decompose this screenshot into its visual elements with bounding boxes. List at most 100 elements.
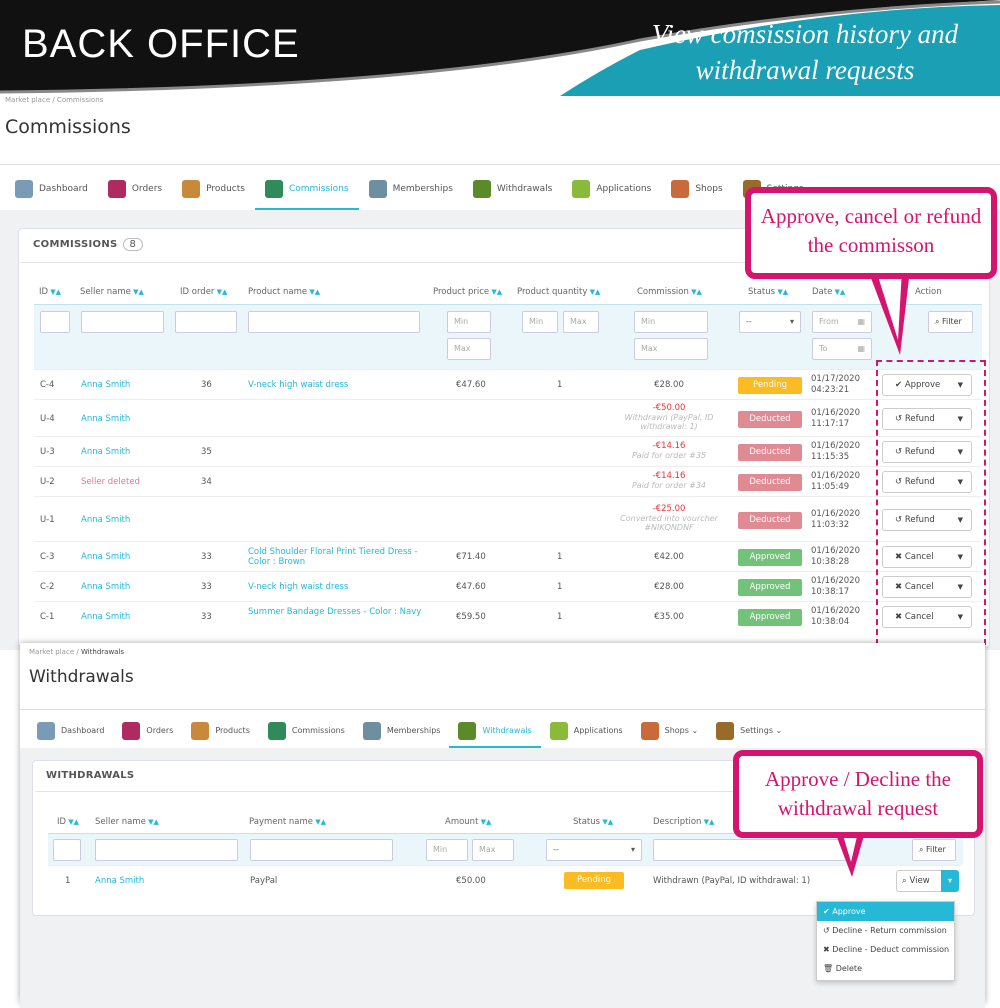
menu-item-approve[interactable]: ✔ Approve — [817, 902, 954, 921]
seller-cell[interactable]: Anna Smith — [81, 582, 130, 592]
product-cell[interactable]: V-neck high waist dress — [248, 582, 423, 592]
tab-dashboard[interactable]: Dashboard — [28, 713, 113, 748]
filter-price-min[interactable]: Min — [447, 311, 491, 333]
tab-orders[interactable]: Orders — [98, 168, 172, 210]
tab-commissions[interactable]: Commissions — [254, 168, 359, 210]
date-cell: 01/16/2020 11:03:32 — [811, 508, 860, 530]
withdrawal-callout: Approve / Decline the withdrawal request — [733, 750, 983, 838]
filter-row: Min Max Min Max Min Max -- ▾ From ▦ To ▦ ⌕ … — [34, 304, 982, 369]
product-cell[interactable]: V-neck high waist dress — [248, 380, 423, 390]
withdrawals-nav-tabs: Dashboard Orders Products Commissions Member… — [28, 713, 791, 748]
column-header[interactable]: Commission ▼▲ — [637, 287, 702, 297]
filter-status-select[interactable]: -- ▾ — [739, 311, 801, 333]
column-header[interactable]: Description ▼▲ — [653, 817, 714, 827]
column-header[interactable]: Amount ▼▲ — [445, 817, 491, 827]
price-cell: €47.60 — [456, 380, 486, 390]
wallet-icon — [458, 721, 477, 740]
column-header[interactable]: Product price ▼▲ — [433, 287, 502, 297]
seller-cell[interactable]: Anna Smith — [81, 447, 130, 457]
filter-amount-max[interactable]: Max — [472, 839, 514, 861]
column-header[interactable]: Payment name ▼▲ — [249, 817, 326, 827]
tab-shops[interactable]: Shops ⌄ — [632, 713, 708, 748]
filter-qty-min[interactable]: Min — [522, 311, 558, 333]
filter-commission-min[interactable]: Min — [634, 311, 708, 333]
seller-link[interactable]: Anna Smith — [95, 876, 144, 886]
tab-label: Withdrawals — [482, 726, 532, 735]
filter-id[interactable] — [40, 311, 70, 333]
id-cell: U-4 — [40, 413, 55, 424]
column-header[interactable]: Status ▼▲ — [573, 817, 613, 827]
menu-item-decline-deduct[interactable]: ✖ Decline - Deduct commission — [817, 940, 954, 959]
seller-cell[interactable]: Anna Smith — [81, 612, 130, 622]
product-cell[interactable]: Cold Shoulder Floral Print Tiered Dress … — [248, 547, 423, 567]
tab-label: Commissions — [291, 726, 345, 735]
column-header[interactable]: Product name ▼▲ — [248, 287, 320, 297]
sort-icon: ▼▲ — [832, 288, 846, 296]
tab-products[interactable]: Products — [172, 168, 255, 210]
tab-shops[interactable]: Shops — [661, 168, 732, 210]
filter-qty-max[interactable]: Max — [563, 311, 599, 333]
filter-description[interactable] — [653, 839, 853, 861]
tab-products[interactable]: Products — [182, 713, 259, 748]
commission-amount: -€50.00 — [652, 402, 686, 413]
seller-cell[interactable]: Anna Smith — [81, 552, 130, 562]
column-header[interactable]: Seller name ▼▲ — [80, 287, 144, 297]
column-header[interactable]: ID ▼▲ — [39, 287, 61, 297]
menu-item-decline-return[interactable]: ↺ Decline - Return commission — [817, 921, 954, 940]
filter-button[interactable]: ⌕ Filter — [928, 311, 973, 333]
breadcrumb: Market place / Withdrawals — [29, 648, 125, 656]
tab-orders[interactable]: Orders — [113, 713, 182, 748]
filter-id[interactable] — [53, 839, 81, 861]
column-header[interactable]: Date ▼▲ — [812, 287, 845, 297]
product-cell[interactable]: Summer Bandage Dresses - Color : Navy — [248, 607, 423, 617]
tab-label: Shops — [695, 184, 723, 194]
status-badge: Approved — [738, 549, 802, 566]
date-cell: 01/16/2020 11:17:17 — [811, 407, 860, 429]
filter-payment[interactable] — [250, 839, 393, 861]
filter-price-max[interactable]: Max — [447, 338, 491, 360]
seller-cell[interactable]: Seller deleted — [81, 477, 140, 487]
search-icon: ⌕ — [935, 317, 940, 326]
membership-icon — [362, 721, 381, 740]
tab-withdrawals[interactable]: Withdrawals — [463, 168, 562, 210]
column-header[interactable]: Product quantity ▼▲ — [517, 287, 600, 297]
tab-commissions[interactable]: Commissions — [259, 713, 354, 748]
column-header[interactable]: Seller name ▼▲ — [95, 817, 159, 827]
breadcrumb: Market place / Commissions — [5, 96, 104, 104]
tab-dashboard[interactable]: Dashboard — [5, 168, 98, 210]
filter-commission-max[interactable]: Max — [634, 338, 708, 360]
menu-item-delete[interactable]: 🗑 Delete — [817, 959, 954, 978]
breadcrumb-link[interactable]: Market place — [29, 648, 74, 656]
tab-applications[interactable]: Applications — [541, 713, 632, 748]
tab-applications[interactable]: Applications — [562, 168, 661, 210]
filter-status-select[interactable]: -- ▾ — [546, 839, 642, 861]
date-cell: 01/16/2020 10:38:04 — [811, 606, 860, 627]
sort-icon: ▼▲ — [214, 288, 228, 296]
filter-seller[interactable] — [95, 839, 238, 861]
seller-cell[interactable]: Anna Smith — [81, 515, 130, 525]
seller-cell[interactable]: Anna Smith — [81, 414, 130, 424]
seller-cell[interactable]: Anna Smith — [81, 380, 130, 390]
tab-memberships[interactable]: Memberships — [359, 168, 463, 210]
tab-memberships[interactable]: Memberships — [354, 713, 450, 748]
commission-amount: €42.00 — [654, 552, 684, 562]
table-row: U-1 Anna Smith -€25.00 Converted into vourc… — [34, 496, 982, 541]
column-header[interactable]: ID order ▼▲ — [180, 287, 227, 297]
filter-button[interactable]: ⌕ Filter — [912, 839, 956, 861]
column-header[interactable]: ID ▼▲ — [57, 817, 79, 827]
callout-pointer — [835, 832, 865, 877]
status-badge: Pending — [564, 872, 624, 889]
tab-withdrawals[interactable]: Withdrawals — [449, 713, 542, 748]
sort-icon: ▼▲ — [587, 288, 601, 296]
filter-order[interactable] — [175, 311, 237, 333]
order-cell: 33 — [201, 612, 212, 622]
qty-cell: 1 — [557, 582, 563, 592]
filter-product[interactable] — [248, 311, 420, 333]
filter-seller[interactable] — [81, 311, 164, 333]
sort-icon: ▼▲ — [489, 288, 503, 296]
tab-settings[interactable]: Settings ⌄ — [707, 713, 791, 748]
column-header[interactable]: Status ▼▲ — [748, 287, 788, 297]
sort-icon: ▼▲ — [66, 818, 80, 826]
filter-amount-min[interactable]: Min — [426, 839, 468, 861]
dropdown-toggle[interactable]: ▾ — [941, 870, 959, 892]
